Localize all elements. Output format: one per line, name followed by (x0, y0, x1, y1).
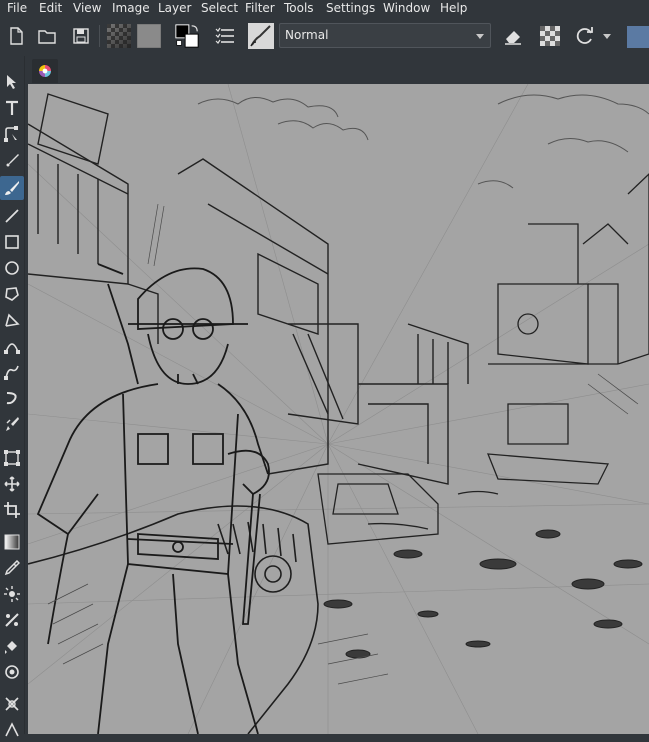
color-picker-icon[interactable] (0, 556, 24, 580)
menu-settings[interactable]: Settings (326, 1, 375, 16)
gradient-preset-icon[interactable] (136, 23, 162, 49)
alpha-lock-icon[interactable] (537, 23, 563, 49)
select-shapes-icon[interactable] (0, 70, 24, 94)
save-icon[interactable] (68, 23, 94, 49)
gradient-icon[interactable] (0, 530, 24, 554)
rectangle-tool-icon[interactable] (0, 230, 24, 254)
menu-image[interactable]: Image (112, 1, 150, 16)
freehand-path-icon[interactable] (0, 360, 24, 384)
calligraphy-icon[interactable] (0, 148, 24, 172)
sketch-artwork (28, 84, 649, 734)
menu-filter[interactable]: Filter (245, 1, 275, 16)
polygon-tool-icon[interactable] (0, 282, 24, 306)
reload-preset-icon[interactable] (572, 23, 598, 49)
chevron-down-icon (476, 34, 484, 39)
assistant-tool-icon[interactable] (0, 608, 24, 632)
line-tool-icon[interactable] (0, 204, 24, 228)
canvas[interactable] (28, 84, 649, 734)
fill-icon[interactable] (0, 634, 24, 658)
move-icon[interactable] (0, 472, 24, 496)
new-document-icon[interactable] (3, 23, 29, 49)
blend-mode-dropdown[interactable]: Normal (279, 23, 491, 48)
menu-view[interactable]: View (73, 1, 101, 16)
menu-tools[interactable]: Tools (284, 1, 314, 16)
menu-file[interactable]: File (7, 1, 27, 16)
brush-preset-icon[interactable] (248, 23, 274, 49)
pattern-preset-icon[interactable] (106, 23, 132, 49)
menu-select[interactable]: Select (201, 1, 238, 16)
ellipse-tool-icon[interactable] (0, 256, 24, 280)
transform-icon[interactable] (0, 446, 24, 470)
foreground-color-chip[interactable] (627, 26, 649, 48)
multibrush-icon[interactable] (0, 412, 24, 436)
freehand-brush-icon[interactable] (0, 176, 24, 200)
more-arrow-icon[interactable] (600, 23, 614, 49)
smart-patch-icon[interactable] (0, 582, 24, 606)
menu-layer[interactable]: Layer (158, 1, 191, 16)
document-tab[interactable] (32, 59, 58, 83)
document-tab-bar (28, 58, 649, 84)
menu-help[interactable]: Help (440, 1, 467, 16)
bezier-tool-icon[interactable] (0, 334, 24, 358)
open-folder-icon[interactable] (34, 23, 60, 49)
main-toolbar: Normal (0, 17, 649, 56)
color-swap-icon[interactable] (174, 23, 200, 49)
dynamic-brush-icon[interactable] (0, 386, 24, 410)
text-tool-icon[interactable] (0, 96, 24, 120)
crop-icon[interactable] (0, 498, 24, 522)
menu-window[interactable]: Window (383, 1, 430, 16)
measure-icon[interactable] (0, 692, 24, 716)
eraser-icon[interactable] (500, 23, 526, 49)
polyline-tool-icon[interactable] (0, 308, 24, 332)
menu-edit[interactable]: Edit (39, 1, 62, 16)
selection-tool-icon[interactable] (0, 718, 24, 742)
krita-document-icon (38, 64, 52, 78)
toolbar-separator (99, 25, 100, 47)
brush-settings-icon[interactable] (212, 23, 238, 49)
edit-shapes-icon[interactable] (0, 122, 24, 146)
blend-mode-value: Normal (285, 28, 329, 42)
toolbox (0, 56, 25, 737)
reference-icon[interactable] (0, 660, 24, 684)
menu-bar: File Edit View Image Layer Select Filter… (0, 0, 649, 17)
